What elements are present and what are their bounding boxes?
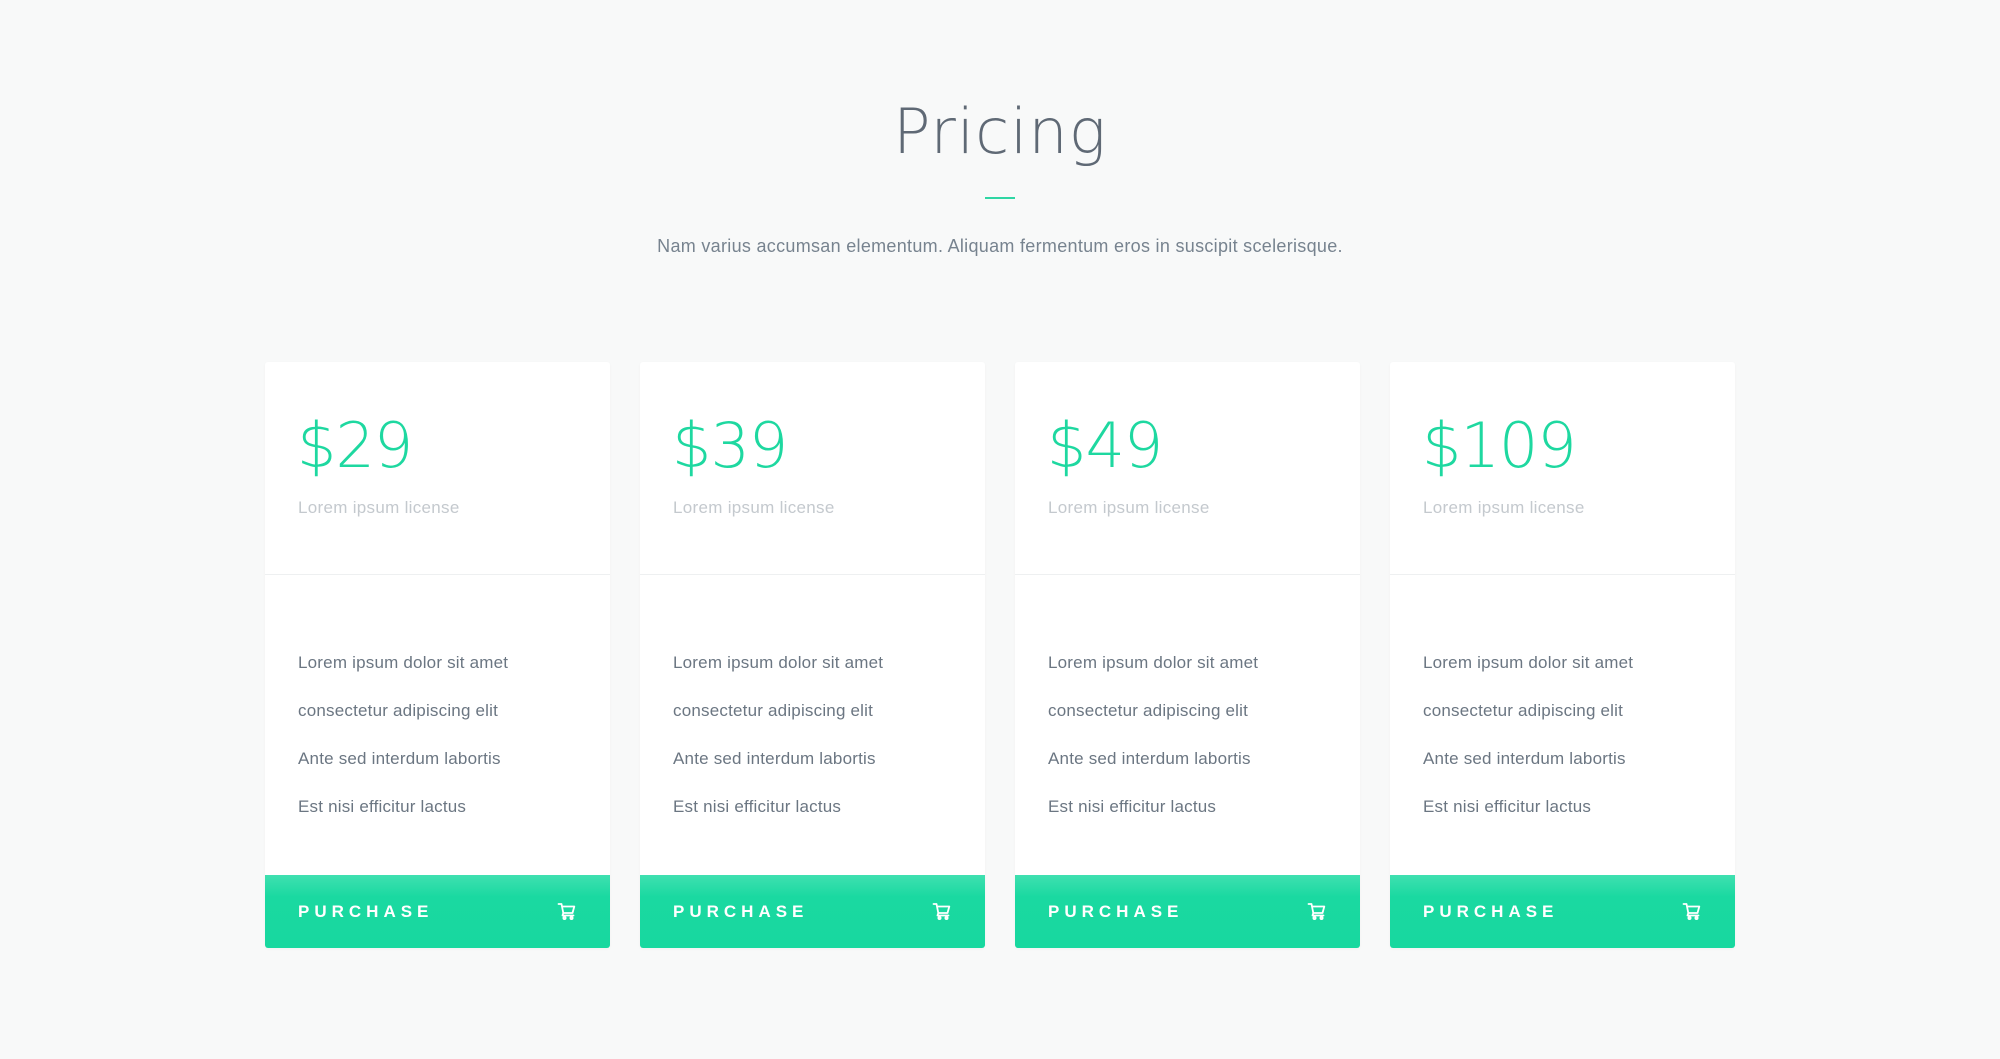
pricing-card: $29 Lorem ipsum license Lorem ipsum dolo…: [265, 362, 610, 948]
feature-item: Lorem ipsum dolor sit amet: [673, 653, 884, 672]
feature-item: consectetur adipiscing elit: [1423, 701, 1624, 720]
pricing-cards: $29 Lorem ipsum license Lorem ipsum dolo…: [265, 362, 1735, 948]
card-divider: [265, 574, 610, 575]
feature-list: Lorem ipsum dolor sit amet consectetur a…: [673, 639, 883, 831]
feature-item: consectetur adipiscing elit: [298, 701, 499, 720]
page-subtitle: Nam varius accumsan elementum. Aliquam f…: [657, 236, 1343, 256]
purchase-button[interactable]: PURCHASE: [265, 875, 610, 948]
feature-item: Est nisi efficitur lactus: [673, 797, 842, 816]
feature-item: Lorem ipsum dolor sit amet: [1423, 653, 1634, 672]
purchase-button[interactable]: PURCHASE: [1390, 875, 1735, 948]
title-divider: [985, 197, 1015, 199]
plan-license: Lorem ipsum license: [1048, 498, 1210, 517]
feature-item: Ante sed interdum labortis: [673, 749, 876, 768]
card-divider: [640, 574, 985, 575]
card-divider: [1015, 574, 1360, 575]
purchase-label: PURCHASE: [1048, 902, 1184, 921]
feature-item: Est nisi efficitur lactus: [1423, 797, 1592, 816]
feature-item: Ante sed interdum labortis: [298, 749, 501, 768]
feature-item: consectetur adipiscing elit: [673, 701, 874, 720]
purchase-label: PURCHASE: [298, 902, 434, 921]
pricing-card: $39 Lorem ipsum license Lorem ipsum dolo…: [640, 362, 985, 948]
feature-item: Ante sed interdum labortis: [1423, 749, 1626, 768]
pricing-card: $109 Lorem ipsum license Lorem ipsum dol…: [1390, 362, 1735, 948]
feature-item: Est nisi efficitur lactus: [298, 797, 467, 816]
feature-item: Est nisi efficitur lactus: [1048, 797, 1217, 816]
plan-license: Lorem ipsum license: [1423, 498, 1585, 517]
plan-license: Lorem ipsum license: [673, 498, 835, 517]
cart-icon: [557, 903, 576, 920]
card-divider: [1390, 574, 1735, 575]
feature-list: Lorem ipsum dolor sit amet consectetur a…: [298, 639, 508, 831]
plan-price: $29: [297, 409, 413, 482]
pricing-page: Pricing Nam varius accumsan elementum. A…: [0, 0, 2000, 1059]
plan-price: $39: [672, 409, 788, 482]
purchase-button[interactable]: PURCHASE: [1015, 875, 1360, 948]
pricing-card: $49 Lorem ipsum license Lorem ipsum dolo…: [1015, 362, 1360, 948]
plan-price: $49: [1047, 409, 1163, 482]
purchase-label: PURCHASE: [673, 902, 809, 921]
feature-item: Lorem ipsum dolor sit amet: [298, 653, 509, 672]
feature-list: Lorem ipsum dolor sit amet consectetur a…: [1423, 639, 1633, 831]
feature-item: Lorem ipsum dolor sit amet: [1048, 653, 1259, 672]
plan-license: Lorem ipsum license: [298, 498, 460, 517]
feature-item: consectetur adipiscing elit: [1048, 701, 1249, 720]
purchase-button[interactable]: PURCHASE: [640, 875, 985, 948]
feature-item: Ante sed interdum labortis: [1048, 749, 1251, 768]
purchase-label: PURCHASE: [1423, 902, 1559, 921]
cart-icon: [1307, 903, 1326, 920]
plan-price: $109: [1422, 409, 1577, 482]
cart-icon: [932, 903, 951, 920]
feature-list: Lorem ipsum dolor sit amet consectetur a…: [1048, 639, 1258, 831]
cart-icon: [1682, 903, 1701, 920]
page-title: Pricing: [893, 95, 1107, 168]
